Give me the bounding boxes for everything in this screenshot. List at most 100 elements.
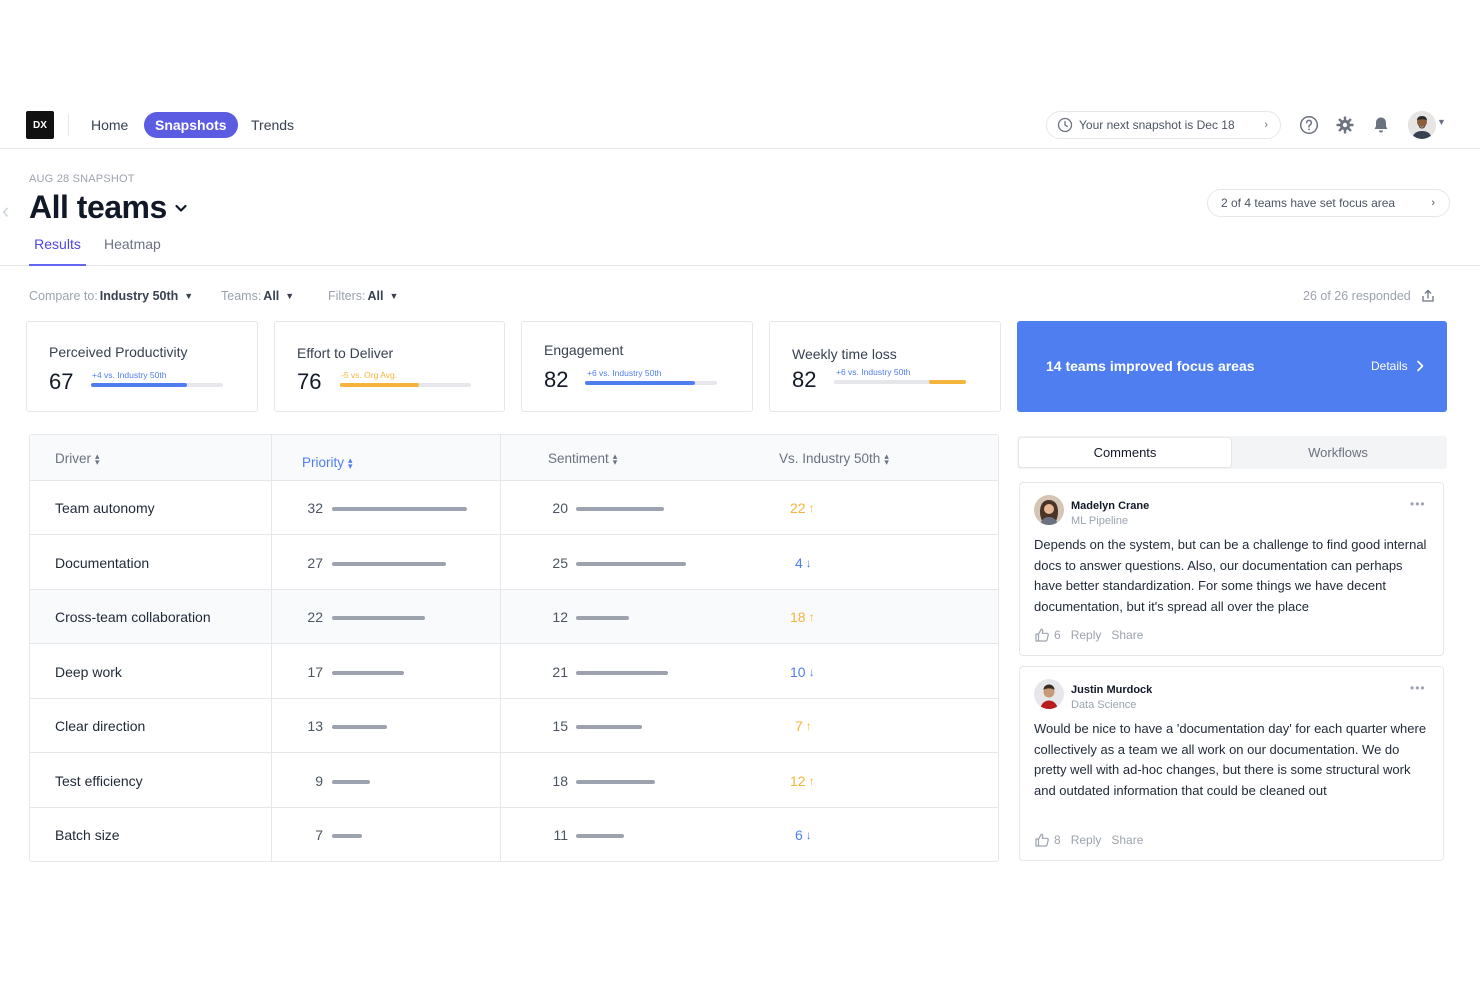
like-button[interactable]: 8 [1034, 832, 1061, 848]
filters-filter[interactable]: Filters: All ▼ [328, 289, 398, 303]
priority-bar [332, 834, 362, 838]
vs-industry-number: 7 [795, 718, 803, 734]
arrow-up-icon: ↑ [805, 719, 812, 733]
like-button[interactable]: 6 [1034, 627, 1061, 643]
driver-name: Cross-team collaboration [55, 609, 211, 625]
header-priority[interactable]: Priority ▴ ▾ [302, 455, 353, 470]
table-row[interactable]: Test efficiency 9 18 12 ↑ [30, 754, 998, 808]
sentiment-bar [576, 779, 655, 784]
metric-card-effort[interactable]: Effort to Deliver 76 -5 vs. Org Avg. [274, 321, 505, 412]
sentiment-value: 11 [553, 827, 568, 843]
metric-progress-fill [91, 383, 188, 387]
share-button[interactable]: Share [1111, 628, 1143, 642]
user-avatar[interactable] [1408, 111, 1436, 139]
metric-value: 67 [49, 369, 74, 394]
chevron-down-icon: ▼ [285, 291, 295, 301]
teams-filter[interactable]: Teams: All ▼ [221, 289, 294, 303]
header-driver-label: Driver [55, 451, 91, 466]
banner-text: 14 teams improved focus areas [1046, 358, 1255, 374]
arrow-down-icon: ↓ [805, 555, 812, 570]
priority-value: 7 [315, 827, 323, 843]
tab-heatmap[interactable]: Heatmap [104, 236, 161, 266]
metric-progress-track [340, 383, 471, 387]
vs-industry-number: 10 [790, 663, 806, 680]
comment-card: Madelyn Crane ML Pipeline ••• Depends on… [1019, 482, 1444, 656]
priority-bar [332, 561, 446, 566]
more-options-icon[interactable]: ••• [1410, 497, 1426, 511]
arrow-down-icon: ↓ [808, 664, 815, 679]
dx-logo[interactable]: DX [26, 111, 54, 139]
driver-name: Team autonomy [55, 500, 155, 516]
metric-progress-fill [585, 381, 695, 385]
focus-areas-banner[interactable]: 14 teams improved focus areas Details [1017, 321, 1447, 412]
header-sentiment[interactable]: Sentiment ▴ ▾ [548, 451, 617, 466]
nav-snapshots[interactable]: Snapshots [144, 112, 238, 138]
priority-bar [332, 670, 404, 675]
help-icon[interactable] [1297, 113, 1321, 137]
table-row[interactable]: Team autonomy 32 20 22 ↑ [30, 481, 998, 535]
metric-value: 76 [297, 369, 322, 394]
filters-label: Filters: [328, 289, 366, 303]
metric-card-engagement[interactable]: Engagement 82 +6 vs. Industry 50th [521, 321, 753, 412]
table-row[interactable]: Batch size 7 11 6 ↓ [30, 808, 998, 861]
drivers-table: Driver ▴ ▾ Priority ▴ ▾ Sentiment ▴ ▾ Vs. I… [29, 434, 999, 862]
metric-card-productivity[interactable]: Perceived Productivity 67 +4 vs. Industr… [26, 321, 258, 412]
compare-value: Industry 50th [99, 289, 179, 303]
more-options-icon[interactable]: ••• [1410, 681, 1426, 695]
vs-industry-number: 4 [795, 554, 803, 571]
priority-bar [332, 779, 370, 784]
chevron-right-icon: › [1431, 197, 1435, 209]
caret-down-icon[interactable]: ▼ [1437, 117, 1446, 127]
next-snapshot-pill[interactable]: Your next snapshot is Dec 18 › [1046, 111, 1281, 139]
nav-home[interactable]: Home [80, 112, 139, 138]
driver-name: Test efficiency [55, 772, 143, 789]
metric-card-time-loss[interactable]: Weekly time loss 82 +6 vs. Industry 50th [769, 321, 1001, 412]
comment-text: Depends on the system, but can be a chal… [1034, 537, 1427, 614]
header-vs-industry[interactable]: Vs. Industry 50th ▴ ▾ [779, 451, 889, 466]
tab-comments[interactable]: Comments [1019, 438, 1231, 467]
vs-industry-value: 7 ↑ [795, 718, 812, 734]
reply-button[interactable]: Reply [1071, 628, 1102, 642]
sort-icon: ▴ ▾ [612, 450, 618, 467]
share-icon[interactable] [1421, 289, 1435, 303]
priority-bar [332, 507, 467, 511]
nav-trends[interactable]: Trends [240, 112, 305, 138]
driver-name: Clear direction [55, 718, 146, 734]
panel-tabs: Comments Workflows [1017, 436, 1447, 469]
commenter-team: Data Science [1071, 699, 1137, 711]
commenter-name: Justin Murdock [1071, 684, 1153, 696]
focus-area-pill[interactable]: 2 of 4 teams have set focus area › [1207, 189, 1450, 217]
reply-button[interactable]: Reply [1071, 833, 1102, 847]
table-row[interactable]: Deep work 17 21 10 ↓ [30, 645, 998, 699]
metric-delta: +6 vs. Industry 50th [836, 367, 911, 377]
back-chevron-icon[interactable]: ‹ [2, 198, 9, 224]
bell-icon[interactable] [1369, 113, 1393, 137]
team-selector[interactable]: All teams [29, 189, 189, 226]
priority-value: 13 [307, 718, 323, 734]
chevron-right-icon: › [1264, 119, 1268, 131]
clock-icon [1057, 117, 1073, 133]
sentiment-bar [576, 616, 629, 620]
share-button[interactable]: Share [1111, 833, 1143, 847]
tab-workflows[interactable]: Workflows [1231, 438, 1445, 467]
header-driver[interactable]: Driver ▴ ▾ [55, 451, 100, 466]
comment-actions: 8 Reply Share [1034, 832, 1143, 848]
table-row[interactable]: Documentation 27 25 4 ↓ [30, 536, 998, 590]
header-sentiment-label: Sentiment [548, 451, 609, 466]
sort-icon: ▴ ▾ [884, 450, 889, 467]
vs-industry-value: 6 ↓ [795, 827, 812, 843]
gear-icon[interactable] [1333, 113, 1357, 137]
sentiment-value: 20 [552, 500, 568, 516]
banner-details-link[interactable]: Details [1371, 359, 1424, 373]
compare-filter[interactable]: Compare to: Industry 50th ▼ [29, 289, 193, 303]
tab-results[interactable]: Results [29, 236, 86, 266]
driver-name: Documentation [55, 554, 150, 571]
arrow-up-icon: ↑ [808, 773, 815, 788]
responded-count: 26 of 26 responded [1303, 289, 1435, 303]
comment-card: Justin Murdock Data Science ••• Would be… [1019, 666, 1444, 861]
arrow-up-icon: ↑ [808, 501, 815, 515]
arrow-down-icon: ↓ [805, 828, 812, 842]
table-row[interactable]: Cross-team collaboration 22 12 18 ↑ [30, 590, 998, 644]
table-row[interactable]: Clear direction 13 15 7 ↑ [30, 699, 998, 753]
vs-industry-value: 10 ↓ [790, 664, 815, 680]
